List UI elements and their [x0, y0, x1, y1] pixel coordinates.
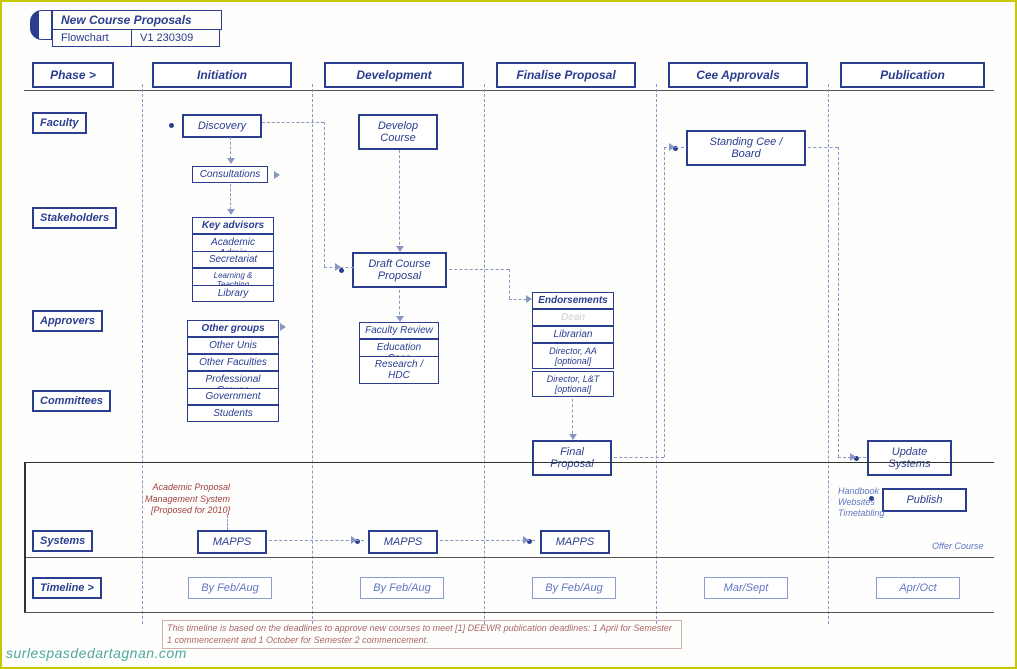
arrow-2 [227, 209, 235, 215]
arrow-mapps-2-3 [440, 540, 535, 541]
row-stakeholders: Stakeholders [32, 207, 117, 229]
arrow-2-line [230, 184, 231, 210]
box-other-unis: Other Unis [187, 337, 279, 354]
timeline-1: By Feb/Aug [188, 577, 272, 599]
arrow-endorse-down-head [569, 434, 577, 440]
box-faculty-review: Faculty Review [359, 322, 439, 339]
watermark: surlespasdedartagnan.com [6, 645, 187, 661]
box-discovery: Discovery [182, 114, 262, 138]
phase-label: Phase > [32, 62, 114, 88]
arrow-draft-down-head [396, 316, 404, 322]
arrow-develop-head [396, 246, 404, 252]
phase-development: Development [324, 62, 464, 88]
box-key-advisors: Key advisors [192, 217, 274, 234]
row-systems: Systems [32, 530, 93, 552]
title-sub1: Flowchart [52, 30, 132, 47]
title-icon [30, 10, 52, 40]
box-secretariat: Secretariat [192, 251, 274, 268]
timeline-4: Mar/Sept [704, 577, 788, 599]
box-other-groups: Other groups [187, 320, 279, 337]
box-library: Library [192, 285, 274, 302]
timeline-5: Apr/Oct [876, 577, 960, 599]
timeline-3: By Feb/Aug [532, 577, 616, 599]
title-sub2: V1 230309 [132, 30, 220, 47]
arrow-1 [227, 158, 235, 164]
box-director-lt: Director, L&T [optional] [532, 371, 614, 397]
note-handbook: HandbookWebsitesTimetabling [838, 486, 893, 518]
box-update-systems: Update Systems [867, 440, 952, 476]
arrow-endorse-down [572, 399, 573, 439]
box-mapps-2: MAPPS [368, 530, 438, 554]
arrow-cee-down [838, 147, 839, 457]
arrow-note-up [227, 515, 228, 530]
row-line-1 [24, 462, 994, 463]
note-academic-proposal: Academic Proposal Management System [Pro… [132, 482, 230, 517]
box-publish: Publish [882, 488, 967, 512]
box-final-proposal: Final Proposal [532, 440, 612, 476]
arrow-to-update-head [850, 453, 856, 461]
arrow-mapps-1-2 [269, 540, 364, 541]
box-director-aa: Director, AA [optional] [532, 343, 614, 369]
arrow-cee-right [808, 147, 838, 148]
arrow-og-right [280, 323, 286, 331]
arrow-mapps-1-2-head [351, 536, 357, 544]
arrow-discovery-right [262, 122, 324, 123]
arrow-discovery-right-v [324, 122, 325, 267]
box-students: Students [187, 405, 279, 422]
title-block: New Course Proposals Flowchart V1 230309 [30, 10, 222, 47]
box-mapps-3: MAPPS [540, 530, 610, 554]
arrow-discovery-right-head [335, 263, 341, 271]
box-dean: Dean [532, 309, 614, 326]
arrow-draft-right [449, 269, 509, 270]
arrow-to-consult [274, 171, 280, 179]
box-endorsements: Endorsements [532, 292, 614, 309]
box-other-faculties: Other Faculties [187, 354, 279, 371]
row-approvers: Approvers [32, 310, 103, 332]
arrow-draft-right-v [509, 269, 510, 299]
box-mapps-1: MAPPS [197, 530, 267, 554]
row-committees: Committees [32, 390, 111, 412]
note-offer: Offer Course [932, 541, 984, 551]
row-line-3 [24, 612, 994, 613]
title-main: New Course Proposals [52, 10, 222, 30]
arrow-mapps-2-3-head [523, 536, 529, 544]
lane-divider-0 [142, 84, 143, 624]
row-faculty: Faculty [32, 112, 87, 134]
box-develop-course: Develop Course [358, 114, 438, 150]
arrow-draft-right-head [526, 295, 532, 303]
box-research-hdc: Research / HDC [359, 356, 439, 384]
arrow-develop-down [399, 150, 400, 250]
box-librarian: Librarian [532, 326, 614, 343]
dot-discovery [169, 123, 174, 128]
arrow-final-up [664, 147, 665, 457]
box-consultations: Consultations [192, 166, 268, 183]
timeline-2: By Feb/Aug [360, 577, 444, 599]
left-bar [24, 462, 26, 612]
lane-divider-3 [656, 84, 657, 624]
phase-initiation: Initiation [152, 62, 292, 88]
lane-divider-4 [828, 84, 829, 624]
arrow-final-right [614, 457, 664, 458]
lane-divider-1 [312, 84, 313, 624]
row-line-2 [24, 557, 994, 558]
row-timeline: Timeline > [32, 577, 102, 599]
arrow-to-cee-head [669, 143, 675, 151]
phase-publication: Publication [840, 62, 985, 88]
box-draft-proposal: Draft Course Proposal [352, 252, 447, 288]
box-standing-cee: Standing Cee / Board [686, 130, 806, 166]
phase-approvals: Cee Approvals [668, 62, 808, 88]
phase-finalise: Finalise Proposal [496, 62, 636, 88]
arrow-1-line [230, 137, 231, 159]
phase-divider [24, 90, 994, 91]
box-government: Government [187, 388, 279, 405]
note-deadline: This timeline is based on the deadlines … [162, 620, 682, 649]
lane-divider-2 [484, 84, 485, 624]
